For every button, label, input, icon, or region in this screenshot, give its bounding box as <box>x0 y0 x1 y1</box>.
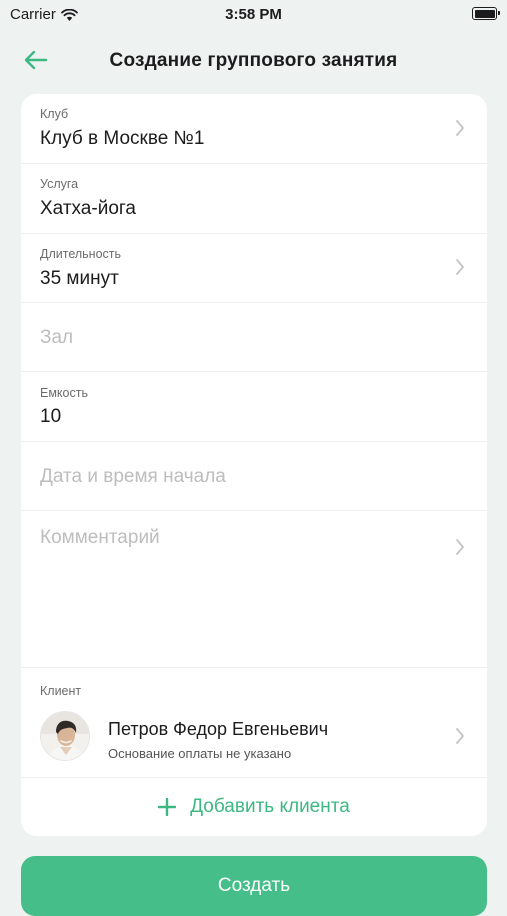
avatar <box>40 711 90 761</box>
nav-bar: Создание группового занятия <box>0 38 507 82</box>
service-value: Хатха-йога <box>40 198 136 219</box>
page-title: Создание группового занятия <box>109 50 398 71</box>
comment-placeholder: Комментарий <box>40 527 160 548</box>
add-client-label: Добавить клиента <box>190 796 350 817</box>
client-payment-basis: Основание оплаты не указано <box>108 746 292 761</box>
chevron-right-icon <box>456 539 464 555</box>
client-item[interactable]: Петров Федор Евгеньевич Основание оплаты… <box>21 701 487 778</box>
plus-icon <box>158 798 177 816</box>
duration-value: 35 минут <box>40 268 119 289</box>
capacity-label: Емкость <box>40 386 88 400</box>
chevron-right-icon <box>456 728 464 744</box>
service-field[interactable]: Услуга Хатха-йога <box>21 164 487 234</box>
start-datetime-placeholder: Дата и время начала <box>40 466 226 487</box>
client-section-label: Клиент <box>40 684 82 698</box>
capacity-value: 10 <box>40 406 62 427</box>
chevron-right-icon <box>456 120 464 136</box>
status-time: 3:58 PM <box>225 6 282 23</box>
club-field[interactable]: Клуб Клуб в Москве №1 <box>21 94 487 164</box>
capacity-field[interactable]: Емкость 10 <box>21 372 487 442</box>
add-client-button[interactable]: Добавить клиента <box>21 778 487 836</box>
hall-field[interactable]: Зал <box>21 303 487 372</box>
duration-field[interactable]: Длительность 35 минут <box>21 234 487 303</box>
start-datetime-field[interactable]: Дата и время начала <box>21 442 487 511</box>
status-bar: Carrier 3:58 PM <box>0 0 507 30</box>
club-value: Клуб в Москве №1 <box>40 128 205 149</box>
service-label: Услуга <box>40 177 79 191</box>
avatar-image <box>41 712 89 760</box>
create-button[interactable]: Создать <box>21 856 487 916</box>
club-label: Клуб <box>40 107 69 121</box>
battery-icon <box>472 7 500 20</box>
chevron-right-icon <box>456 259 464 275</box>
client-name: Петров Федор Евгеньевич <box>108 719 329 739</box>
hall-placeholder: Зал <box>40 327 74 348</box>
comment-field[interactable]: Комментарий <box>21 511 487 668</box>
duration-label: Длительность <box>40 247 122 261</box>
form-card: Клуб Клуб в Москве №1 Услуга Хатха-йога … <box>21 94 487 836</box>
